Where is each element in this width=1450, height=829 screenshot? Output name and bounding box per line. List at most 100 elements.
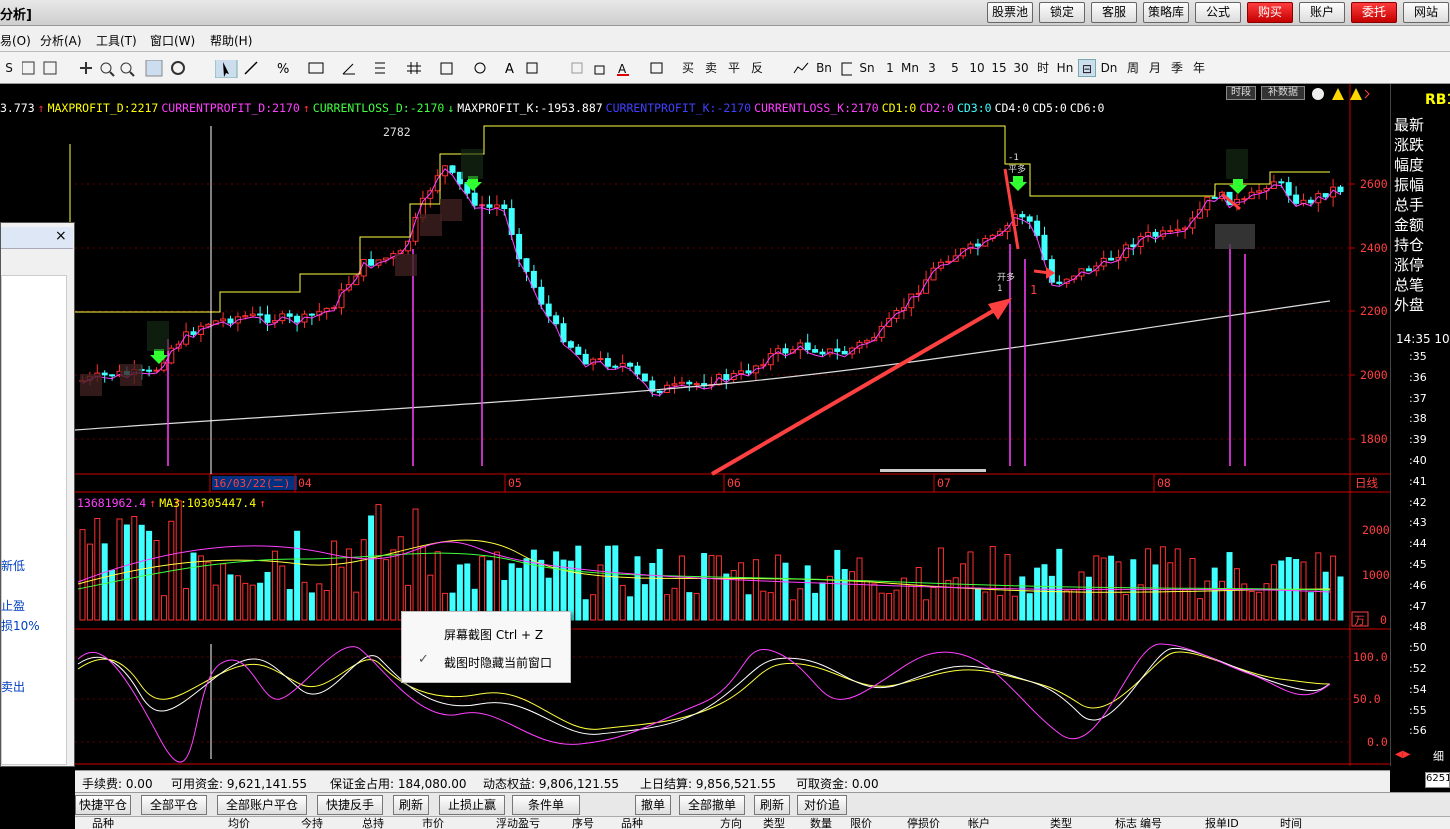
close-all-button[interactable]: 全部平仓 bbox=[141, 795, 207, 815]
close-all-accounts-button[interactable]: 全部账户平仓 bbox=[217, 795, 307, 815]
chart-area[interactable]: 2600 2400 2200 2000 1800 2000 1000 0 100.0 50.0 0.… bbox=[0, 84, 1390, 766]
col-header-11[interactable]: 限价 bbox=[850, 817, 872, 829]
top-button-3[interactable]: 策略库 bbox=[1143, 2, 1189, 23]
menu-analysis[interactable]: 分析(A) bbox=[40, 32, 82, 49]
period-30[interactable]: 30 bbox=[1012, 59, 1030, 77]
period-week[interactable]: 周 bbox=[1125, 59, 1141, 77]
volume-bar bbox=[86, 543, 93, 621]
period-day-icon[interactable]: ⊟ bbox=[1078, 59, 1096, 77]
stop-loss-profit-button[interactable]: 止损止赢 bbox=[439, 795, 505, 815]
cancel-all-button[interactable]: 全部撤单 bbox=[679, 795, 745, 815]
col-header-2[interactable]: 今持 bbox=[301, 817, 323, 829]
volume-bar bbox=[760, 590, 767, 621]
period-15[interactable]: 15 bbox=[990, 59, 1008, 77]
period-year[interactable]: 年 bbox=[1191, 59, 1207, 77]
period-hn[interactable]: Hn bbox=[1056, 59, 1074, 77]
quick-close-button[interactable]: 快捷平仓 bbox=[75, 795, 131, 815]
candlestick-chart[interactable]: 2600 2400 2200 2000 1800 2000 1000 0 100.0 50.0 0.… bbox=[0, 84, 1390, 766]
top-button-8[interactable]: 网站 bbox=[1403, 2, 1449, 23]
signal-shadow bbox=[147, 321, 169, 351]
tool-sell[interactable]: 卖 bbox=[703, 59, 719, 77]
period-month[interactable]: 月 bbox=[1147, 59, 1163, 77]
menu-help[interactable]: 帮助(H) bbox=[210, 32, 252, 49]
chart-tool-icons[interactable] bbox=[1310, 86, 1370, 102]
candle-body bbox=[738, 370, 745, 375]
close-icon[interactable]: × bbox=[55, 228, 67, 244]
top-button-6[interactable]: 账户 bbox=[1299, 2, 1345, 23]
top-button-0[interactable]: 股票池 bbox=[987, 2, 1033, 23]
volume-bar bbox=[1233, 568, 1240, 621]
period-hour[interactable]: 时 bbox=[1035, 59, 1051, 77]
col-header-6[interactable]: 序号 bbox=[572, 817, 594, 829]
col-header-4[interactable]: 市价 bbox=[422, 817, 444, 829]
period-10[interactable]: 10 bbox=[968, 59, 986, 77]
signal-block bbox=[80, 374, 102, 396]
osc-yellow bbox=[77, 651, 1331, 730]
col-header-15[interactable]: 标志 bbox=[1115, 817, 1137, 829]
volume-bar bbox=[960, 563, 967, 621]
menu-tools[interactable]: 工具(T) bbox=[96, 32, 137, 49]
volume-bar bbox=[294, 530, 301, 621]
period-1[interactable]: 1 bbox=[885, 59, 895, 77]
date-label: 08 bbox=[1157, 476, 1171, 490]
top-button-4[interactable]: 公式 bbox=[1195, 2, 1241, 23]
period-sn[interactable]: Sn bbox=[858, 59, 876, 77]
period-5[interactable]: 5 bbox=[950, 59, 960, 77]
candle-body bbox=[264, 314, 271, 323]
refresh-orders-button[interactable]: 刷新 bbox=[754, 795, 790, 815]
cancel-order-button[interactable]: 撤单 bbox=[635, 795, 671, 815]
tool-buy[interactable]: 买 bbox=[680, 59, 696, 77]
tool-s[interactable]: S bbox=[2, 59, 16, 77]
col-header-12[interactable]: 停损价 bbox=[907, 817, 940, 829]
refresh-button[interactable]: 刷新 bbox=[393, 795, 429, 815]
col-header-8[interactable]: 方向 bbox=[720, 817, 742, 829]
top-button-5[interactable]: 购买 bbox=[1247, 2, 1293, 23]
period-mn[interactable]: Mn bbox=[900, 59, 920, 77]
candle-body bbox=[1256, 190, 1263, 193]
top-button-1[interactable]: 锁定 bbox=[1039, 2, 1085, 23]
detail-tab[interactable]: 细 bbox=[1433, 748, 1444, 764]
indicator-field-3: CURRENTPROFIT_D:2170 bbox=[161, 101, 300, 115]
tool-icons-left[interactable] bbox=[22, 60, 222, 78]
session-tag[interactable]: 时段 bbox=[1226, 86, 1256, 100]
tool-reverse[interactable]: 反 bbox=[749, 59, 765, 77]
volume-bar bbox=[397, 536, 404, 621]
col-header-3[interactable]: 总持 bbox=[362, 817, 384, 829]
signal-mark-1: 1 bbox=[1030, 283, 1037, 297]
col-header-0[interactable]: 品种 bbox=[92, 817, 114, 829]
col-header-10[interactable]: 数量 bbox=[810, 817, 832, 829]
volume-bar bbox=[1063, 590, 1070, 621]
col-header-16[interactable]: 编号 bbox=[1140, 817, 1162, 829]
tick-time-13: :48 bbox=[1409, 620, 1427, 634]
quick-reverse-button[interactable]: 快捷反手 bbox=[317, 795, 383, 815]
conditional-order-button[interactable]: 条件单 bbox=[512, 795, 580, 815]
col-header-17[interactable]: 报单ID bbox=[1205, 817, 1239, 829]
menu-bar: 易(O) 分析(A) 工具(T) 窗口(W) 帮助(H) bbox=[0, 26, 1450, 52]
period-season[interactable]: 季 bbox=[1169, 59, 1185, 77]
menu-item-screenshot[interactable]: 屏幕截图 Ctrl + Z bbox=[444, 626, 543, 643]
tool-close[interactable]: 平 bbox=[726, 59, 742, 77]
scroll-arrows[interactable]: ◀▶ bbox=[1395, 749, 1419, 763]
period-dn[interactable]: Dn bbox=[1100, 59, 1118, 77]
date-label: 06 bbox=[727, 476, 741, 490]
col-header-1[interactable]: 均价 bbox=[228, 817, 250, 829]
period-bn[interactable]: Bn bbox=[815, 59, 833, 77]
fill-data-tag[interactable]: 补数据 bbox=[1261, 86, 1305, 100]
menu-window[interactable]: 窗口(W) bbox=[150, 32, 195, 49]
col-header-14[interactable]: 类型 bbox=[1050, 817, 1072, 829]
col-header-18[interactable]: 时间 bbox=[1280, 817, 1302, 829]
menu-item-hide-window[interactable]: 截图时隐藏当前窗口 bbox=[444, 654, 552, 671]
top-button-2[interactable]: 客服 bbox=[1091, 2, 1137, 23]
signal-shadow bbox=[461, 149, 483, 179]
menu-trade[interactable]: 易(O) bbox=[0, 32, 31, 49]
volume-bar bbox=[945, 579, 952, 621]
col-header-5[interactable]: 浮动盈亏 bbox=[496, 817, 540, 829]
top-button-7[interactable]: 委托 bbox=[1351, 2, 1397, 23]
col-header-7[interactable]: 品种 bbox=[621, 817, 643, 829]
period-3[interactable]: 3 bbox=[927, 59, 937, 77]
col-header-13[interactable]: 帐户 bbox=[968, 817, 990, 829]
volume-bar bbox=[323, 590, 330, 621]
col-header-9[interactable]: 类型 bbox=[763, 817, 785, 829]
chase-price-button[interactable]: 对价追 bbox=[797, 795, 847, 815]
price-tick-label: 2200 bbox=[1360, 304, 1388, 318]
